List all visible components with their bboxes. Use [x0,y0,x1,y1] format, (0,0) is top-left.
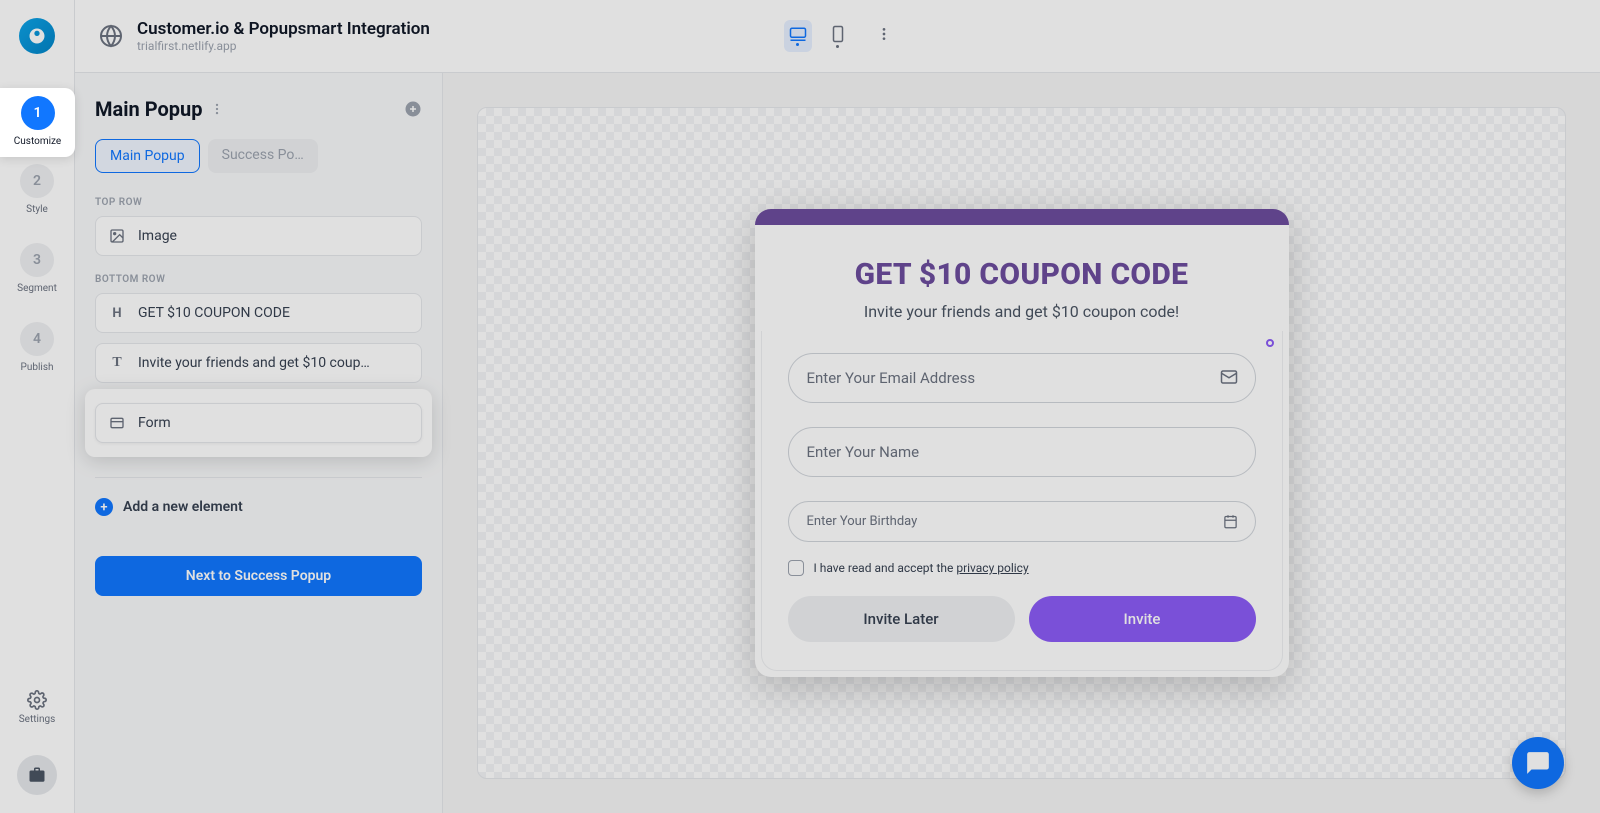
device-mobile-button[interactable] [824,20,852,52]
device-desktop-button[interactable] [784,20,812,52]
plus-icon: + [95,498,113,516]
settings-button[interactable]: Settings [19,690,56,725]
chat-widget-button[interactable] [1512,737,1564,789]
gear-icon [27,690,47,710]
popup-preview: GET $10 COUPON CODE Invite your friends … [755,209,1289,677]
step-style[interactable]: 2 Style [5,164,69,215]
divider [95,477,422,478]
header: Customer.io & Popupsmart Integration tri… [75,0,1600,73]
logo-icon [28,27,46,45]
settings-label: Settings [19,714,56,725]
kebab-icon[interactable] [210,102,224,116]
step-label: Publish [21,362,54,373]
page-title: Customer.io & Popupsmart Integration [137,19,430,39]
step-number: 2 [20,164,54,198]
step-number: 1 [21,96,55,130]
selection-indicator-icon [1266,339,1274,347]
step-label: Segment [17,283,57,294]
popup-subhead[interactable]: Invite your friends and get $10 coupon c… [803,302,1241,321]
desktop-icon [789,26,807,41]
element-form[interactable]: Form [95,403,422,443]
image-icon [108,227,126,245]
tab-main-popup[interactable]: Main Popup [95,139,200,173]
popup-headline[interactable]: GET $10 COUPON CODE [803,257,1241,292]
add-element-label: Add a new element [123,499,243,515]
popup-form[interactable]: I have read and accept the privacy polic… [761,331,1283,671]
heading-icon: H [108,304,126,322]
element-image[interactable]: Image [95,216,422,256]
add-popup-button[interactable] [404,100,422,118]
step-publish[interactable]: 4 Publish [5,322,69,373]
step-label: Customize [14,136,61,147]
email-field[interactable] [788,353,1256,403]
add-element-button[interactable]: + Add a new element [95,498,422,516]
birthday-field[interactable] [788,501,1256,542]
app-logo[interactable] [19,18,55,54]
page-subtitle: trialfirst.netlify.app [137,39,430,53]
invite-button[interactable]: Invite [1029,596,1256,642]
tab-success-popup[interactable]: Success Po… [208,139,318,173]
step-number: 3 [20,243,54,277]
consent-text: I have read and accept the privacy polic… [814,561,1029,575]
invite-later-button[interactable]: Invite Later [788,596,1015,642]
header-menu-button[interactable] [876,26,892,46]
step-customize-card: 1 Customize [0,88,75,157]
next-button[interactable]: Next to Success Popup [95,556,422,596]
form-highlight-card: Form [85,389,432,457]
consent-checkbox[interactable] [788,560,804,576]
chat-icon [1525,750,1551,776]
step-customize[interactable]: 1 Customize [6,96,70,147]
text-icon: T [108,354,126,372]
workspace-button[interactable] [17,755,57,795]
element-heading[interactable]: H GET $10 COUPON CODE [95,293,422,333]
canvas: GET $10 COUPON CODE Invite your friends … [443,73,1600,813]
email-icon [1220,368,1238,390]
privacy-link[interactable]: privacy policy [956,561,1028,575]
panel-title: Main Popup [95,97,224,121]
step-number: 4 [20,322,54,356]
editor-panel: Main Popup Main Popup Success Po… TOP RO… [75,73,443,813]
step-label: Style [26,204,48,215]
element-text[interactable]: T Invite your friends and get $10 coup… [95,343,422,383]
globe-icon [99,24,123,48]
section-label-top: TOP ROW [95,197,422,208]
popup-top-bar [755,209,1289,225]
briefcase-icon [28,766,46,784]
name-field[interactable] [788,427,1256,477]
element-label: GET $10 COUPON CODE [138,305,290,321]
consent-row[interactable]: I have read and accept the privacy polic… [788,560,1256,576]
form-icon [108,414,126,432]
mobile-icon [832,25,844,43]
kebab-icon [876,26,892,42]
canvas-frame: GET $10 COUPON CODE Invite your friends … [477,107,1566,779]
calendar-icon [1223,514,1238,533]
element-label: Invite your friends and get $10 coup… [138,355,370,371]
element-label: Image [138,228,177,244]
element-label: Form [138,415,171,431]
section-label-bottom: BOTTOM ROW [95,274,422,285]
step-segment[interactable]: 3 Segment [5,243,69,294]
